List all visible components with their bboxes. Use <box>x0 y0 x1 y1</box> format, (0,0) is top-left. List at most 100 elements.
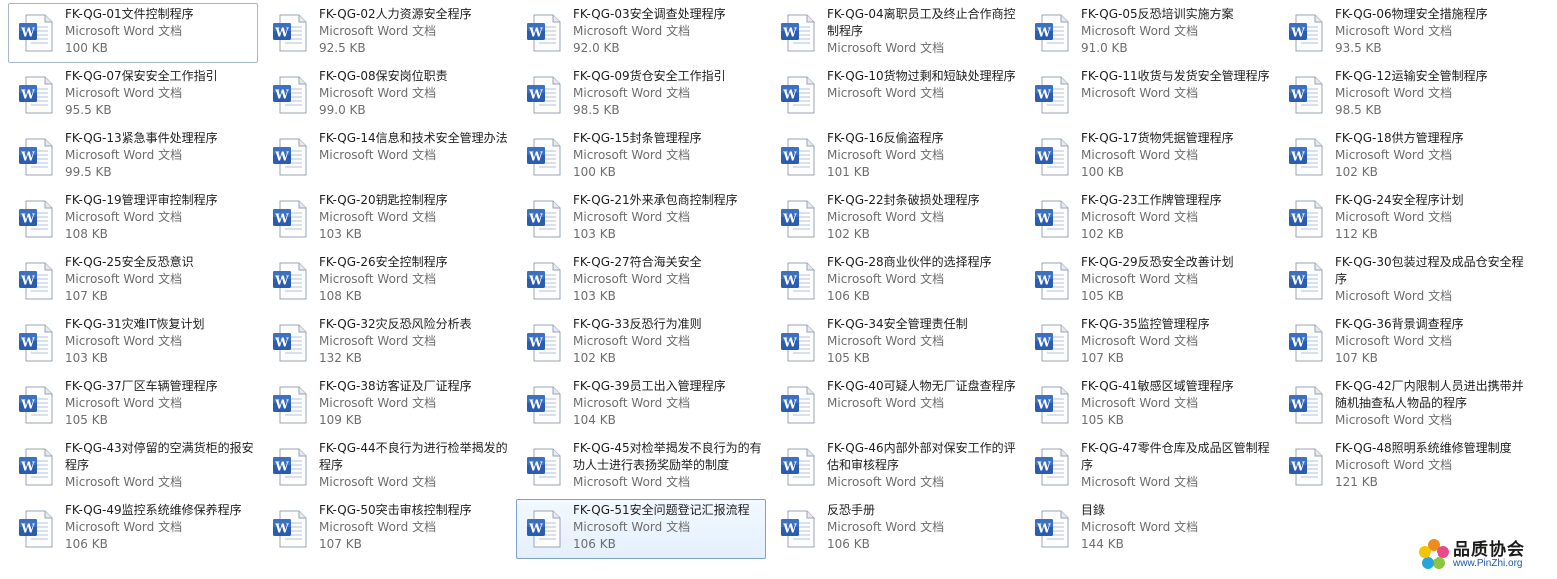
file-item[interactable]: W FK-QG-35监控管理程序 Microsoft Word 文档 107 KB <box>1024 313 1274 373</box>
file-item[interactable]: W FK-QG-22封条破损处理程序 Microsoft Word 文档 102 K… <box>770 189 1020 249</box>
file-item[interactable]: W FK-QG-42厂内限制人员进出携带并随机抽查私人物品的程序 Microsof… <box>1278 375 1528 435</box>
file-item[interactable]: W FK-QG-11收货与发货安全管理程序 Microsoft Word 文档 <box>1024 65 1274 125</box>
word-document-icon: W <box>523 445 567 489</box>
word-document-icon: W <box>777 383 821 427</box>
file-text: FK-QG-27符合海关安全 Microsoft Word 文档 103 KB <box>573 254 763 305</box>
file-text: FK-QG-34安全管理责任制 Microsoft Word 文档 105 KB <box>827 316 1017 367</box>
svg-text:W: W <box>1290 398 1305 412</box>
word-document-icon: W <box>523 73 567 117</box>
file-item[interactable]: W FK-QG-40可疑人物无厂证盘查程序 Microsoft Word 文档 <box>770 375 1020 435</box>
file-type: Microsoft Word 文档 <box>827 86 945 100</box>
file-item[interactable]: W FK-QG-51安全问题登记汇报流程 Microsoft Word 文档 106… <box>516 499 766 559</box>
file-item[interactable]: W FK-QG-10货物过剩和短缺处理程序 Microsoft Word 文档 <box>770 65 1020 125</box>
file-item[interactable]: W FK-QG-09货仓安全工作指引 Microsoft Word 文档 98.5 … <box>516 65 766 125</box>
file-item[interactable]: W FK-QG-23工作牌管理程序 Microsoft Word 文档 102 KB <box>1024 189 1274 249</box>
watermark-logo: 品质协会 www.PinZhi.org <box>1417 533 1547 573</box>
file-item[interactable]: W FK-QG-16反偷盗程序 Microsoft Word 文档 101 KB <box>770 127 1020 187</box>
file-item[interactable]: W FK-QG-41敏感区域管理程序 Microsoft Word 文档 105 K… <box>1024 375 1274 435</box>
file-item[interactable]: W FK-QG-03安全调查处理程序 Microsoft Word 文档 92.0 … <box>516 3 766 63</box>
file-item[interactable]: W FK-QG-34安全管理责任制 Microsoft Word 文档 105 KB <box>770 313 1020 373</box>
file-item[interactable]: W FK-QG-48照明系统维修管理制度 Microsoft Word 文档 121… <box>1278 437 1528 497</box>
file-type: Microsoft Word 文档 <box>1335 334 1453 348</box>
file-type: Microsoft Word 文档 <box>65 334 183 348</box>
file-text: FK-QG-32灾反恐风险分析表 Microsoft Word 文档 132 KB <box>319 316 509 367</box>
file-item[interactable]: W FK-QG-26安全控制程序 Microsoft Word 文档 108 KB <box>262 251 512 311</box>
file-item[interactable]: W FK-QG-17货物凭据管理程序 Microsoft Word 文档 100 K… <box>1024 127 1274 187</box>
file-item[interactable]: W FK-QG-46内部外部对保安工作的评估和审核程序 Microsoft Wor… <box>770 437 1020 497</box>
file-item[interactable]: W FK-QG-19管理评审控制程序 Microsoft Word 文档 108 K… <box>8 189 258 249</box>
file-name: FK-QG-31灾难IT恢复计划 <box>65 317 205 331</box>
file-size: 106 KB <box>65 537 108 551</box>
file-item[interactable]: W FK-QG-24安全程序计划 Microsoft Word 文档 112 KB <box>1278 189 1528 249</box>
svg-text:W: W <box>274 460 289 474</box>
svg-text:W: W <box>1290 88 1305 102</box>
file-item[interactable]: W FK-QG-44不良行为进行检举揭发的程序 Microsoft Word 文档 <box>262 437 512 497</box>
file-item[interactable]: W FK-QG-47零件仓库及成品区管制程序 Microsoft Word 文档 <box>1024 437 1274 497</box>
file-name: FK-QG-10货物过剩和短缺处理程序 <box>827 69 1016 83</box>
file-item[interactable]: W FK-QG-13紧急事件处理程序 Microsoft Word 文档 99.5 … <box>8 127 258 187</box>
file-item[interactable]: W FK-QG-27符合海关安全 Microsoft Word 文档 103 KB <box>516 251 766 311</box>
file-item[interactable]: W FK-QG-32灾反恐风险分析表 Microsoft Word 文档 132 K… <box>262 313 512 373</box>
file-item[interactable]: W FK-QG-38访客证及厂证程序 Microsoft Word 文档 109 K… <box>262 375 512 435</box>
file-item[interactable]: W FK-QG-04离职员工及终止合作商控制程序 Microsoft Word 文… <box>770 3 1020 63</box>
file-name: 目錄 <box>1081 503 1106 517</box>
file-size: 102 KB <box>1335 165 1378 179</box>
word-document-icon: W <box>15 11 59 55</box>
word-document-icon: W <box>15 259 59 303</box>
file-item[interactable]: W FK-QG-33反恐行为准则 Microsoft Word 文档 102 KB <box>516 313 766 373</box>
file-name: FK-QG-46内部外部对保安工作的评估和审核程序 <box>827 441 1016 472</box>
file-item[interactable]: W FK-QG-37厂区车辆管理程序 Microsoft Word 文档 105 K… <box>8 375 258 435</box>
file-text: 目錄 Microsoft Word 文档 144 KB <box>1081 502 1271 553</box>
svg-text:W: W <box>274 150 289 164</box>
file-type: Microsoft Word 文档 <box>573 272 691 286</box>
file-item[interactable]: W FK-QG-01文件控制程序 Microsoft Word 文档 100 KB <box>8 3 258 63</box>
file-type: Microsoft Word 文档 <box>1081 272 1199 286</box>
file-item[interactable]: W FK-QG-18供方管理程序 Microsoft Word 文档 102 KB <box>1278 127 1528 187</box>
file-item[interactable]: W FK-QG-29反恐安全改善计划 Microsoft Word 文档 105 K… <box>1024 251 1274 311</box>
file-size: 93.5 KB <box>1335 41 1382 55</box>
file-item[interactable]: W 反恐手册 Microsoft Word 文档 106 KB <box>770 499 1020 559</box>
file-type: Microsoft Word 文档 <box>65 148 183 162</box>
svg-text:W: W <box>274 212 289 226</box>
svg-text:W: W <box>1036 212 1051 226</box>
file-text: FK-QG-03安全调查处理程序 Microsoft Word 文档 92.0 KB <box>573 6 763 57</box>
file-item[interactable]: W FK-QG-30包装过程及成品仓安全程序 Microsoft Word 文档 <box>1278 251 1528 311</box>
file-text: FK-QG-40可疑人物无厂证盘查程序 Microsoft Word 文档 <box>827 378 1017 412</box>
file-item[interactable]: W FK-QG-28商业伙伴的选择程序 Microsoft Word 文档 106 … <box>770 251 1020 311</box>
file-text: FK-QG-11收货与发货安全管理程序 Microsoft Word 文档 <box>1081 68 1271 102</box>
file-item[interactable]: W FK-QG-45对检举揭发不良行为的有功人士进行表扬奖励举的制度 Micros… <box>516 437 766 497</box>
file-item[interactable]: W FK-QG-12运输安全管制程序 Microsoft Word 文档 98.5 … <box>1278 65 1528 125</box>
file-item[interactable]: W FK-QG-02人力资源安全程序 Microsoft Word 文档 92.5 … <box>262 3 512 63</box>
file-item[interactable]: W FK-QG-05反恐培训实施方案 Microsoft Word 文档 91.0 … <box>1024 3 1274 63</box>
file-text: FK-QG-17货物凭据管理程序 Microsoft Word 文档 100 KB <box>1081 130 1271 181</box>
file-size: 112 KB <box>1335 227 1378 241</box>
file-item[interactable]: W FK-QG-14信息和技术安全管理办法 Microsoft Word 文档 <box>262 127 512 187</box>
file-type: Microsoft Word 文档 <box>319 334 437 348</box>
file-item[interactable]: W FK-QG-07保安安全工作指引 Microsoft Word 文档 95.5 … <box>8 65 258 125</box>
word-document-icon: W <box>777 135 821 179</box>
file-item[interactable]: W FK-QG-25安全反恐意识 Microsoft Word 文档 107 KB <box>8 251 258 311</box>
svg-text:W: W <box>20 522 35 536</box>
file-name: FK-QG-38访客证及厂证程序 <box>319 379 472 393</box>
file-item[interactable]: W FK-QG-36背景调查程序 Microsoft Word 文档 107 KB <box>1278 313 1528 373</box>
word-document-icon: W <box>15 73 59 117</box>
file-item[interactable]: W FK-QG-49监控系统维修保养程序 Microsoft Word 文档 106… <box>8 499 258 559</box>
svg-text:W: W <box>20 460 35 474</box>
file-text: FK-QG-02人力资源安全程序 Microsoft Word 文档 92.5 KB <box>319 6 509 57</box>
file-item[interactable]: W FK-QG-15封条管理程序 Microsoft Word 文档 100 KB <box>516 127 766 187</box>
file-item[interactable]: W FK-QG-50突击审核控制程序 Microsoft Word 文档 107 K… <box>262 499 512 559</box>
file-item[interactable]: W FK-QG-31灾难IT恢复计划 Microsoft Word 文档 103 K… <box>8 313 258 373</box>
file-item[interactable]: W FK-QG-43对停留的空满货柜的报安程序 Microsoft Word 文档 <box>8 437 258 497</box>
file-size: 98.5 KB <box>1335 103 1382 117</box>
file-item[interactable]: W FK-QG-39员工出入管理程序 Microsoft Word 文档 104 K… <box>516 375 766 435</box>
word-document-icon: W <box>777 197 821 241</box>
file-item[interactable]: W FK-QG-06物理安全措施程序 Microsoft Word 文档 93.5 … <box>1278 3 1528 63</box>
file-size: 103 KB <box>573 227 616 241</box>
file-item[interactable]: W FK-QG-08保安岗位职责 Microsoft Word 文档 99.0 KB <box>262 65 512 125</box>
file-item[interactable]: W FK-QG-21外来承包商控制程序 Microsoft Word 文档 103 … <box>516 189 766 249</box>
file-item[interactable]: W FK-QG-20钥匙控制程序 Microsoft Word 文档 103 KB <box>262 189 512 249</box>
file-text: FK-QG-41敏感区域管理程序 Microsoft Word 文档 105 KB <box>1081 378 1271 429</box>
file-item[interactable]: W 目錄 Microsoft Word 文档 144 KB <box>1024 499 1274 559</box>
svg-text:W: W <box>528 460 543 474</box>
word-document-icon: W <box>269 197 313 241</box>
